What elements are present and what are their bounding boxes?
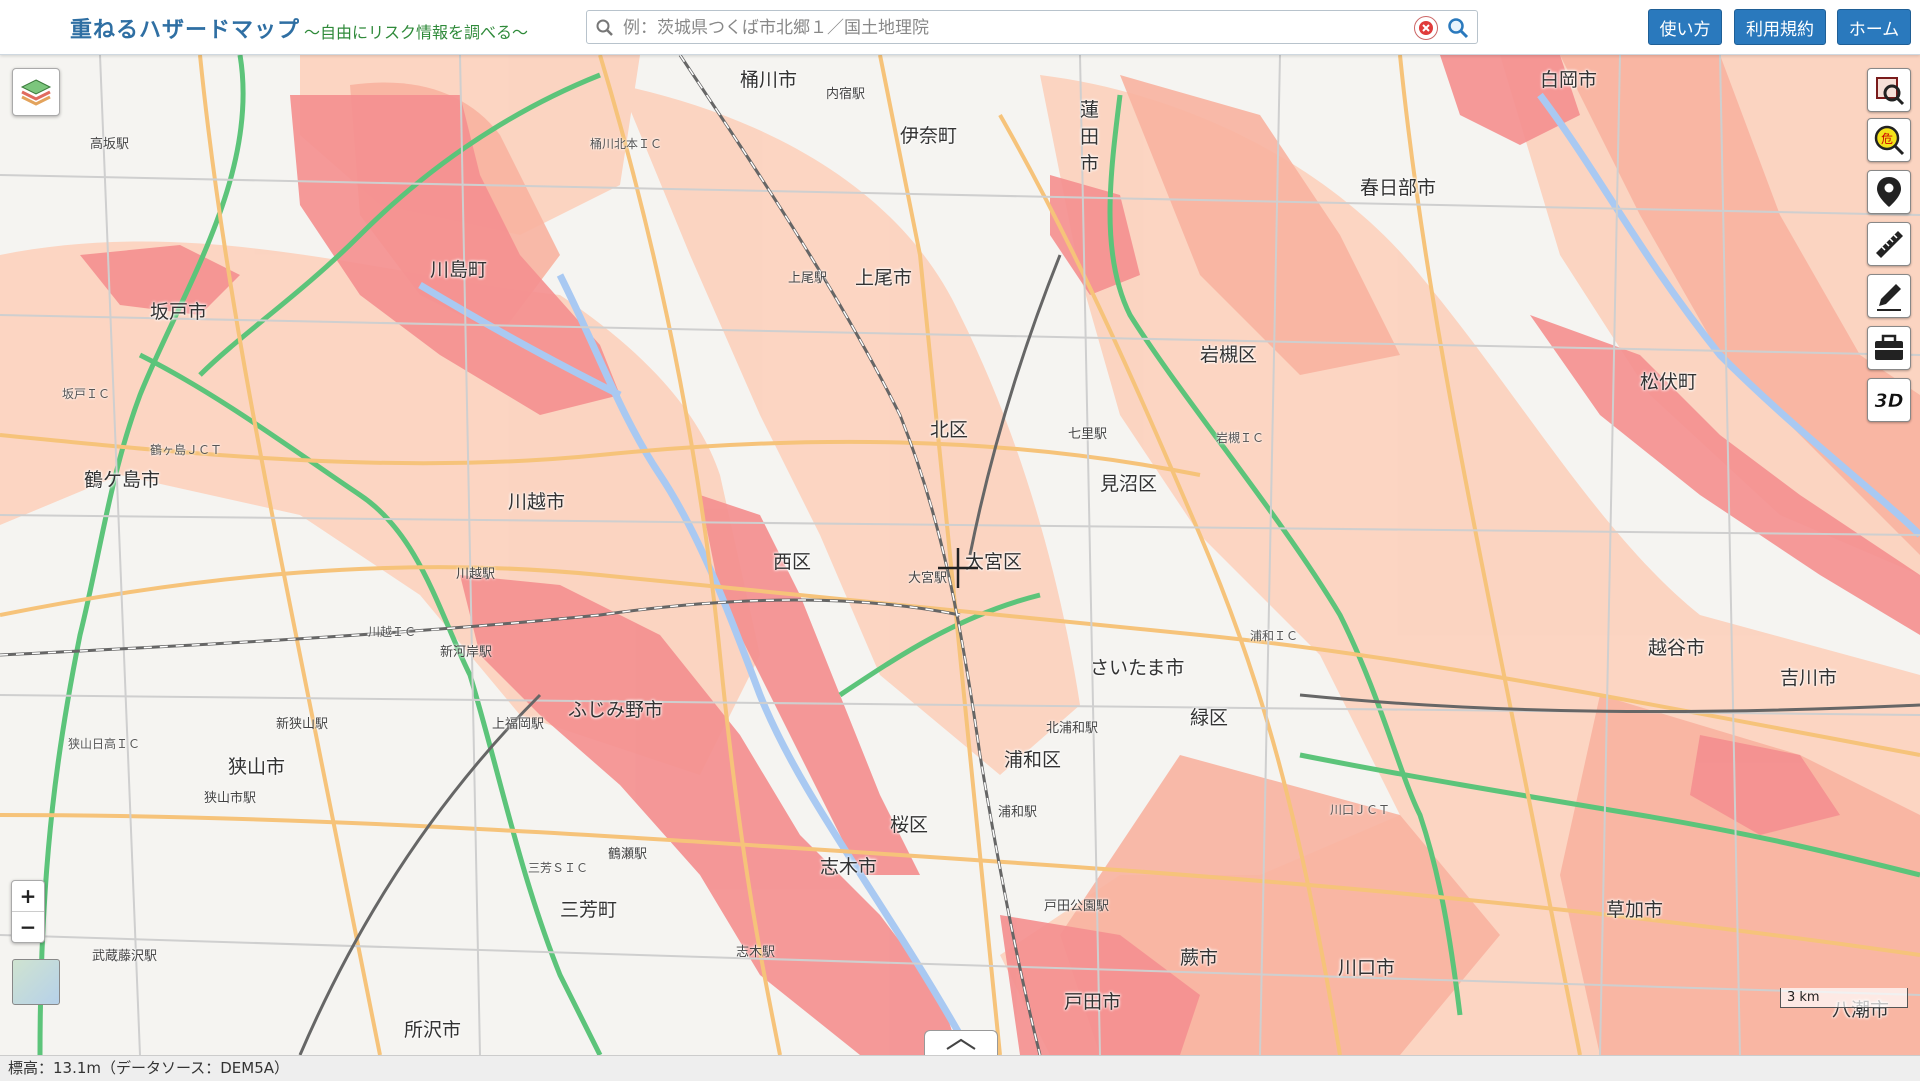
city-label: 北区	[930, 419, 969, 441]
tool-draw[interactable]	[1867, 274, 1911, 318]
chevron-up-icon	[946, 1038, 976, 1050]
station-label: 狭山市駅	[204, 791, 257, 806]
station-label: 浦和駅	[998, 805, 1038, 820]
city-label: 見沼区	[1100, 473, 1158, 495]
station-label: 川越駅	[456, 567, 496, 582]
ic-label: 狭山日高ＩＣ	[68, 737, 141, 751]
ic-label: 鶴ヶ島ＪＣＴ	[150, 443, 223, 457]
base-map-switch-button[interactable]	[12, 959, 60, 1005]
layers-search-icon	[1876, 77, 1905, 106]
station-label: 七里駅	[1068, 427, 1108, 442]
hazard-search-icon: 危	[1874, 125, 1905, 156]
tool-3d[interactable]: 3D	[1867, 378, 1911, 422]
ic-label: 坂戸ＩＣ	[62, 387, 111, 401]
city-label: 川島町	[430, 259, 488, 281]
city-label: 草加市	[1606, 899, 1664, 921]
home-button[interactable]: ホーム	[1837, 9, 1911, 45]
city-label: 蕨市	[1180, 947, 1219, 969]
city-label: 桶川市	[740, 69, 798, 91]
city-label: 鶴ケ島市	[84, 469, 161, 491]
city-label: 三芳町	[560, 899, 618, 921]
app-subtitle: ～自由にリスク情報を調べる～	[304, 23, 529, 42]
tool-measure[interactable]	[1867, 222, 1911, 266]
station-label: 志木駅	[736, 945, 776, 960]
ic-label: 三芳ＳＩＣ	[528, 861, 589, 875]
zoom-out-button[interactable]: −	[12, 912, 44, 942]
zoom-in-button[interactable]: +	[12, 881, 44, 912]
city-label: 吉川市	[1780, 667, 1838, 689]
station-label: 武蔵藤沢駅	[92, 949, 158, 964]
close-icon	[1419, 21, 1433, 35]
city-label: 所沢市	[404, 1019, 462, 1041]
city-label: さいたま市	[1090, 657, 1185, 679]
city-label: 狭山市	[228, 756, 286, 778]
scale-bar: 3 km	[1780, 988, 1908, 1008]
station-label: 北浦和駅	[1046, 721, 1099, 736]
ruler-icon	[1876, 231, 1903, 258]
ic-label: 川口ＪＣＴ	[1330, 803, 1391, 817]
station-label: 鶴瀬駅	[608, 847, 648, 862]
search-input[interactable]	[621, 14, 1395, 42]
howto-button[interactable]: 使い方	[1648, 9, 1722, 45]
city-label: 上尾市	[855, 267, 913, 289]
station-label: 上尾駅	[788, 271, 828, 286]
pencil-icon	[1877, 284, 1901, 311]
city-label: 川越市	[508, 491, 566, 513]
station-label: 新河岸駅	[440, 645, 493, 660]
city-label: 桜区	[890, 814, 929, 836]
ic-label: 川越ＩＣ	[368, 625, 417, 639]
search-button[interactable]	[1443, 14, 1473, 42]
tool-location[interactable]	[1867, 170, 1911, 214]
search-icon	[595, 18, 615, 38]
city-label: 浦和区	[1004, 749, 1062, 771]
ic-label: 桶川北本ＩＣ	[590, 137, 663, 151]
tool-layer-search[interactable]	[1867, 68, 1911, 112]
city-label: 坂戸市	[150, 301, 208, 323]
station-label: 新狭山駅	[276, 717, 329, 732]
search-box	[586, 10, 1478, 44]
station-label: 内宿駅	[826, 87, 866, 102]
ic-label: 岩槻ＩＣ	[1216, 431, 1265, 445]
svg-text:3D: 3D	[1875, 390, 1904, 412]
svg-text:危: 危	[1881, 132, 1893, 146]
location-pin-icon	[1877, 177, 1901, 207]
city-label: 志木市	[820, 856, 878, 878]
tool-hazard-search[interactable]: 危	[1867, 118, 1911, 162]
city-label: ふじみ野市	[568, 699, 664, 721]
3d-icon: 3D	[1874, 390, 1904, 413]
city-label: 西区	[773, 551, 812, 573]
toolbox-icon	[1875, 334, 1903, 360]
city-label: 戸田市	[1064, 991, 1122, 1013]
app-header: 重ねるハザードマップ ～自由にリスク情報を調べる～ 使い方 利用規約 ホーム	[0, 0, 1920, 55]
layers-icon	[20, 79, 52, 106]
station-label: 戸田公園駅	[1044, 899, 1110, 914]
center-crosshair-icon	[938, 548, 978, 588]
city-label: 白岡市	[1540, 69, 1598, 91]
clear-search-button[interactable]	[1414, 16, 1438, 40]
tool-toolbox[interactable]	[1867, 326, 1911, 370]
app-title[interactable]: 重ねるハザードマップ	[70, 12, 300, 44]
terms-button[interactable]: 利用規約	[1734, 9, 1826, 45]
city-label: 伊奈町	[900, 125, 958, 147]
layer-menu-button[interactable]	[12, 68, 60, 116]
city-label: 越谷市	[1648, 637, 1706, 659]
city-label: 蓮田市	[1080, 99, 1100, 175]
ic-label: 浦和ＩＣ	[1250, 629, 1299, 643]
city-label: 岩槻区	[1200, 344, 1258, 366]
station-label: 高坂駅	[90, 137, 130, 152]
station-label: 上福岡駅	[492, 717, 545, 732]
footer-toggle-button[interactable]	[924, 1030, 998, 1057]
elevation-status: 標高：13.1m（データソース：DEM5A）	[0, 1055, 1920, 1081]
magnifier-icon	[1448, 18, 1469, 39]
zoom-control: + −	[11, 880, 45, 943]
city-label: 春日部市	[1360, 177, 1437, 199]
city-label: 松伏町	[1640, 371, 1698, 393]
city-label: 緑区	[1190, 707, 1229, 729]
city-label: 川口市	[1338, 957, 1396, 979]
